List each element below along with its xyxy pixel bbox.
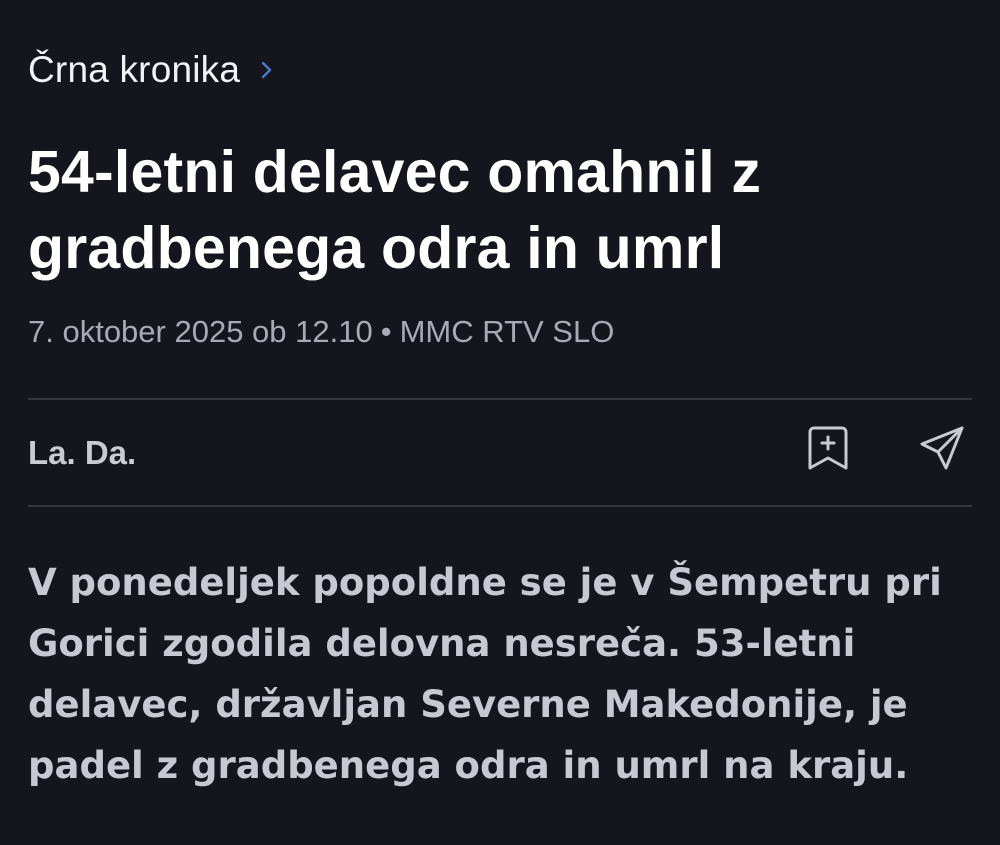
article-headline: 54-letni delavec omahnil z gradbenega od… [28, 139, 762, 281]
bookmark-button[interactable] [798, 420, 858, 480]
share-send-icon [917, 423, 967, 478]
divider [28, 398, 972, 400]
bookmark-add-icon [805, 423, 851, 478]
share-button[interactable] [912, 420, 972, 480]
article-meta: 7. oktober 2025 ob 12.10 • MMC RTV SLO [28, 314, 614, 350]
chevron-right-icon [260, 58, 276, 82]
author-name: La. Da. [28, 434, 137, 471]
breadcrumb-category-label: Črna kronika [28, 49, 241, 90]
meta-separator: • [380, 314, 392, 349]
article-source: MMC RTV SLO [399, 314, 615, 349]
article-lead: V ponedeljek popoldne se je v Šempetru p… [28, 561, 942, 787]
publish-date: 7. oktober 2025 ob 12.10 [28, 314, 373, 349]
breadcrumb[interactable]: Črna kronika [28, 48, 276, 92]
article-actions [798, 420, 972, 480]
divider [28, 505, 972, 507]
